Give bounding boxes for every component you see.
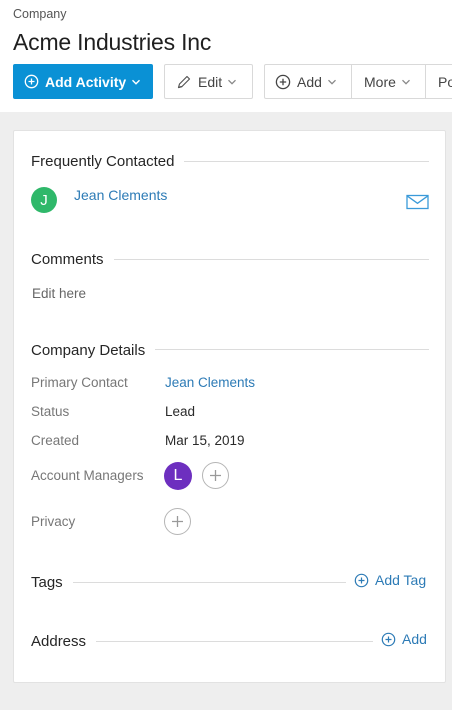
- status-label: Status: [31, 404, 70, 419]
- plus-icon: [171, 515, 184, 528]
- page-title: Acme Industries Inc: [13, 29, 212, 55]
- edit-label: Edit: [198, 73, 223, 90]
- add-address-label: Add: [402, 631, 427, 647]
- page-header: Company Acme Industries Inc Add Activity…: [0, 0, 452, 112]
- email-icon[interactable]: [406, 194, 429, 210]
- comments-title: Comments: [31, 251, 114, 268]
- privacy-label: Privacy: [31, 514, 76, 529]
- company-details-title: Company Details: [31, 342, 156, 359]
- add-activity-button[interactable]: Add Activity: [13, 64, 153, 99]
- contact-avatar[interactable]: J: [31, 187, 57, 213]
- add-tag-label: Add Tag: [375, 572, 427, 588]
- section-divider: [31, 582, 346, 583]
- plus-circle-icon: [275, 74, 291, 90]
- chevron-down-icon: [327, 77, 337, 87]
- overflow-button[interactable]: Po: [425, 64, 452, 99]
- chevron-down-icon: [227, 77, 237, 87]
- primary-contact-label: Primary Contact: [31, 375, 128, 390]
- add-address-button[interactable]: Add: [381, 631, 427, 647]
- chevron-down-icon: [131, 77, 141, 87]
- plus-circle-icon: [381, 632, 396, 647]
- created-value: Mar 15, 2019: [165, 433, 245, 448]
- comment-input[interactable]: Edit here: [32, 286, 86, 301]
- more-button[interactable]: More: [351, 64, 426, 99]
- plus-icon: [209, 469, 222, 482]
- address-title: Address: [31, 633, 97, 650]
- frequently-contacted-title: Frequently Contacted: [31, 153, 185, 170]
- account-managers-label: Account Managers: [31, 468, 144, 483]
- add-label: Add: [297, 73, 322, 90]
- tags-title: Tags: [31, 574, 73, 591]
- status-value[interactable]: Lead: [165, 404, 195, 419]
- edit-button[interactable]: Edit: [164, 64, 253, 99]
- plus-circle-icon: [354, 573, 369, 588]
- add-account-manager-button[interactable]: [202, 462, 229, 489]
- overflow-label: Po: [438, 73, 452, 90]
- pencil-icon: [176, 74, 192, 90]
- breadcrumb[interactable]: Company: [13, 7, 67, 21]
- toolbar: Add Activity Edit Add More P: [13, 64, 452, 99]
- add-button[interactable]: Add: [264, 64, 352, 99]
- primary-contact-link[interactable]: Jean Clements: [165, 375, 255, 390]
- add-privacy-button[interactable]: [164, 508, 191, 535]
- account-manager-avatar[interactable]: L: [164, 462, 192, 490]
- add-tag-button[interactable]: Add Tag: [354, 572, 426, 588]
- more-label: More: [364, 73, 396, 90]
- chevron-down-icon: [401, 77, 411, 87]
- plus-circle-icon: [24, 74, 39, 89]
- contact-name-link[interactable]: Jean Clements: [74, 187, 167, 203]
- company-card: Frequently Contacted J Jean Clements Com…: [13, 130, 446, 683]
- created-label: Created: [31, 433, 80, 448]
- add-activity-label: Add Activity: [45, 73, 127, 90]
